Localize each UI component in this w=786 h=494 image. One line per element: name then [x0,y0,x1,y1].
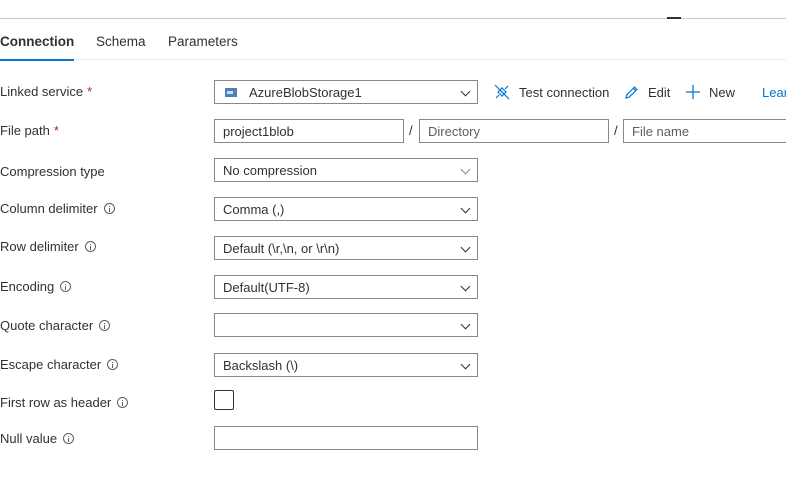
quote-character-label: Quote character [0,315,111,335]
info-icon[interactable] [99,319,111,331]
info-icon[interactable] [60,280,72,292]
first-row-header-checkbox[interactable] [214,390,234,410]
compression-type-select[interactable]: No compression [214,158,478,182]
quote-character-label-text: Quote character [0,317,94,333]
encoding-label: Encoding [0,276,72,296]
chevron-down-icon [460,281,471,292]
encoding-value: Default(UTF-8) [223,279,310,295]
path-separator: / [409,123,413,138]
container-input[interactable]: project1blob [214,119,404,143]
escape-character-select[interactable]: Backslash (\) [214,353,478,377]
info-icon[interactable] [117,396,129,408]
tab-bar: Connection Schema Parameters [0,26,786,61]
test-connection-label: Test connection [519,84,610,100]
column-delimiter-select[interactable]: Comma (,) [214,197,478,221]
compression-type-label-text: Compression type [0,163,105,179]
column-delimiter-label: Column delimiter [0,198,115,218]
quote-character-select[interactable] [214,313,478,337]
null-value-input[interactable] [214,426,478,450]
linked-service-label: Linked service * [0,81,92,101]
edit-label: Edit [648,84,671,100]
column-delimiter-value: Comma (,) [223,201,285,217]
info-icon[interactable] [84,240,96,252]
chevron-down-icon [460,319,471,330]
file-name-input[interactable]: File name [623,119,786,143]
first-row-header-label-text: First row as header [0,394,112,410]
blob-storage-icon [225,87,237,97]
row-delimiter-label: Row delimiter [0,236,96,256]
test-connection-button[interactable]: Test connection [493,82,609,102]
escape-character-label: Escape character [0,354,119,374]
info-icon[interactable] [103,202,115,214]
compression-type-label: Compression type [0,161,105,181]
file-path-label-text: File path [0,122,50,138]
path-separator: / [614,123,618,138]
tab-connection[interactable]: Connection [0,26,75,61]
row-delimiter-value: Default (\r,\n, or \r\n) [223,240,340,256]
chevron-down-icon [460,203,471,214]
row-delimiter-select[interactable]: Default (\r,\n, or \r\n) [214,236,478,260]
minimize-mark [667,17,681,19]
column-delimiter-label-text: Column delimiter [0,200,98,216]
row-delimiter-label-text: Row delimiter [0,238,79,254]
plug-icon [494,84,510,100]
plus-icon [686,85,700,99]
edit-button[interactable]: Edit [623,82,670,102]
info-icon[interactable] [107,358,119,370]
linked-service-value: AzureBlobStorage1 [249,84,362,100]
encoding-select[interactable]: Default(UTF-8) [214,275,478,299]
tab-parameters[interactable]: Parameters [168,26,238,60]
chevron-down-icon [460,164,471,175]
new-button[interactable]: New [685,82,735,102]
escape-character-value: Backslash (\) [223,357,299,373]
escape-character-label-text: Escape character [0,356,102,372]
directory-input[interactable]: Directory [419,119,609,143]
new-label: New [709,84,736,100]
first-row-header-label: First row as header [0,392,129,412]
required-marker: * [87,83,93,99]
compression-type-value: No compression [223,162,317,178]
info-icon[interactable] [63,432,75,444]
chevron-down-icon [460,242,471,253]
pencil-icon [625,85,638,99]
file-path-label: File path * [0,120,59,140]
linked-service-select[interactable]: AzureBlobStorage1 [214,80,478,104]
learn-more-link[interactable]: Lear [762,82,786,102]
linked-service-label-text: Linked service [0,83,84,99]
null-value-label: Null value [0,428,75,448]
tab-schema[interactable]: Schema [96,26,146,60]
chevron-down-icon [460,86,471,97]
chevron-down-icon [460,359,471,370]
encoding-label-text: Encoding [0,278,55,294]
null-value-label-text: Null value [0,430,58,446]
required-marker: * [53,122,59,138]
